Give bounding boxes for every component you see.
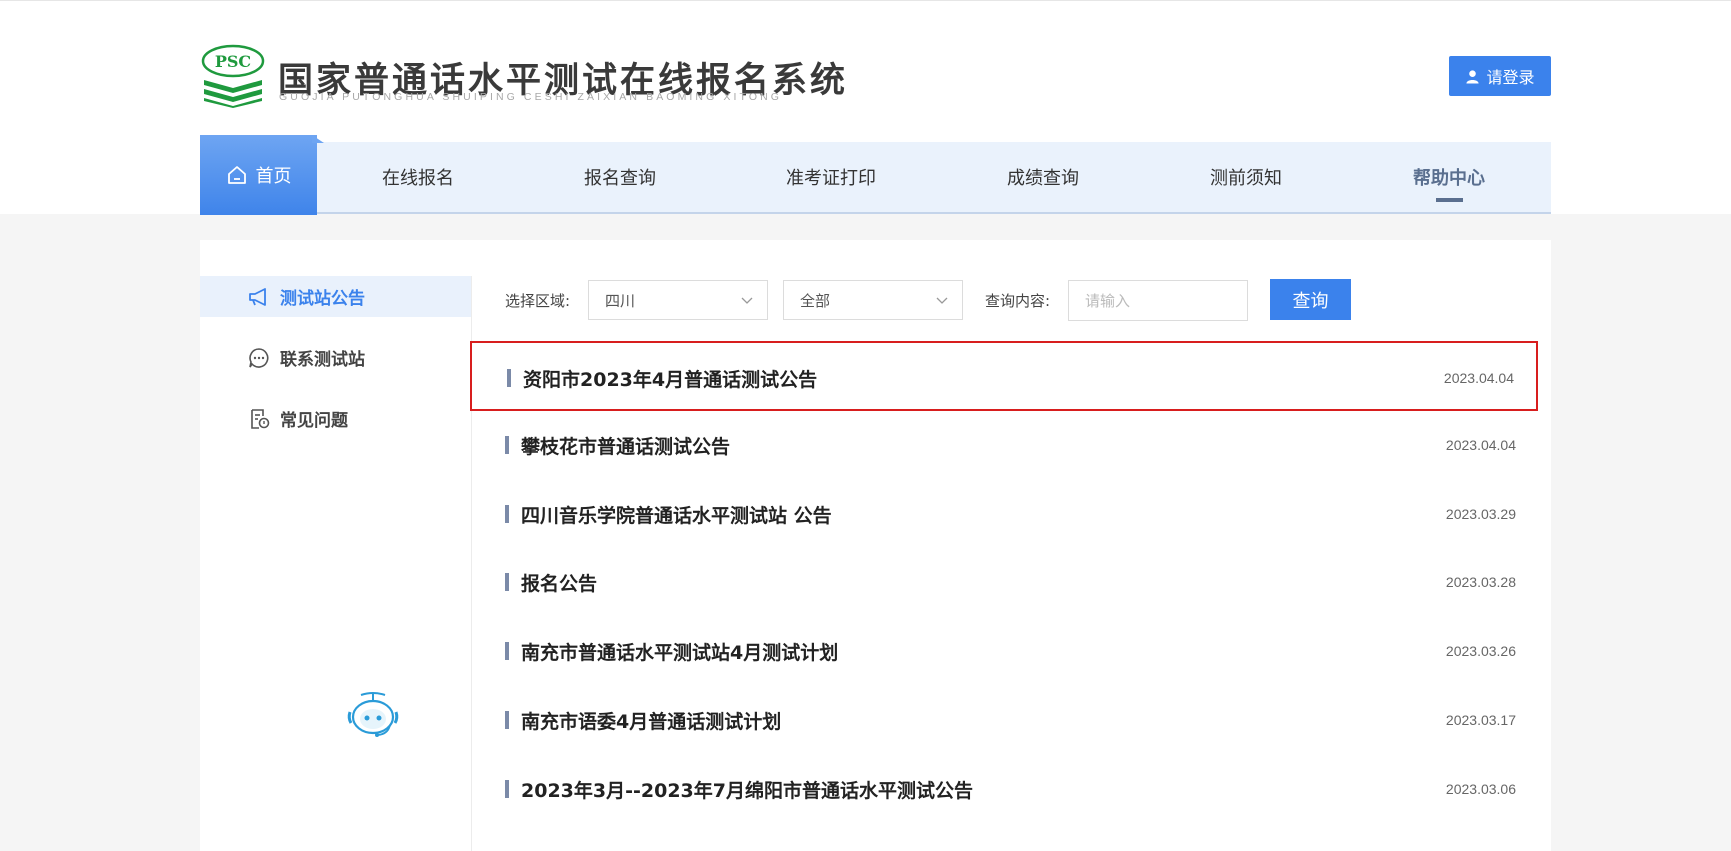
row-marker: [505, 642, 509, 660]
announcement-date: 2023.04.04: [1443, 370, 1514, 386]
announcement-title: 资阳市2023年4月普通话测试公告: [523, 369, 818, 391]
announcement-row[interactable]: 2023年3月--2023年7月绵阳市普通话水平测试公告 2023.03.06: [470, 754, 1538, 824]
announcement-row[interactable]: 报名公告 2023.03.28: [470, 547, 1538, 617]
user-icon: [1466, 69, 1480, 84]
sidebar-item-contact[interactable]: 联系测试站: [200, 337, 471, 378]
announcement-row[interactable]: 南充市语委4月普通话测试计划 2023.03.17: [470, 685, 1538, 755]
robot-assistant-icon[interactable]: [344, 690, 402, 740]
announcement-date: 2023.03.17: [1445, 712, 1516, 728]
query-button[interactable]: 查询: [1270, 279, 1351, 320]
announcement-row[interactable]: 四川音乐学院普通话水平测试站 公告 2023.03.29: [470, 479, 1538, 549]
announcement-date: 2023.04.04: [1445, 437, 1516, 453]
nav-home-label: 首页: [255, 166, 292, 187]
announcement-date: 2023.03.06: [1445, 781, 1516, 797]
nav-signup-query[interactable]: 报名查询: [584, 142, 656, 212]
site-subtitle: GUOJIA PUTONGHUA SHUIPING CESHI ZAIXIAN …: [279, 91, 783, 103]
psc-logo: PSC: [201, 44, 265, 108]
announcement-title: 报名公告: [521, 573, 598, 595]
announcement-date: 2023.03.26: [1445, 643, 1516, 659]
region-label: 选择区域:: [505, 292, 571, 310]
category-select[interactable]: 全部: [783, 280, 963, 320]
row-marker: [505, 711, 509, 729]
region-select[interactable]: 四川: [588, 280, 768, 320]
announcement-title: 攀枝花市普通话测试公告: [521, 436, 731, 458]
sidebar-item-label: 联系测试站: [280, 350, 365, 370]
nav-online-signup[interactable]: 在线报名: [382, 142, 454, 212]
category-select-value: 全部: [800, 291, 831, 310]
sidebar-item-announcements[interactable]: 测试站公告: [200, 276, 471, 317]
announcement-title: 南充市普通话水平测试站4月测试计划: [521, 642, 839, 664]
nav-ticket-print[interactable]: 准考证打印: [786, 142, 876, 212]
announcement-row[interactable]: 南充市普通话水平测试站4月测试计划 2023.03.26: [470, 616, 1538, 686]
nav-home-tab-decor: [312, 135, 324, 143]
announcement-date: 2023.03.28: [1445, 574, 1516, 590]
announcement-date: 2023.03.29: [1445, 506, 1516, 522]
row-marker: [505, 573, 509, 591]
logo-text: PSC: [215, 52, 251, 71]
row-marker: [505, 505, 509, 523]
home-icon: [227, 166, 246, 184]
sidebar-item-label: 测试站公告: [280, 289, 365, 309]
login-label: 请登录: [1486, 68, 1535, 87]
document-question-icon: [251, 408, 270, 429]
region-select-value: 四川: [605, 291, 636, 310]
login-button[interactable]: 请登录: [1449, 56, 1551, 96]
nav-score-query[interactable]: 成绩查询: [1007, 142, 1079, 212]
nav-pretest-notice[interactable]: 测前须知: [1210, 142, 1282, 212]
nav-home[interactable]: 首页: [200, 135, 317, 215]
chevron-down-icon: [936, 297, 948, 304]
announcement-title: 2023年3月--2023年7月绵阳市普通话水平测试公告: [521, 780, 973, 802]
megaphone-icon: [249, 287, 266, 306]
chevron-down-icon: [741, 297, 753, 304]
announcement-title: 南充市语委4月普通话测试计划: [521, 711, 782, 733]
row-marker: [505, 436, 509, 454]
announcement-row[interactable]: 攀枝花市普通话测试公告 2023.04.04: [470, 410, 1538, 480]
announcement-title: 四川音乐学院普通话水平测试站 公告: [521, 505, 832, 527]
query-input[interactable]: [1068, 280, 1248, 321]
sidebar-item-faq[interactable]: 常见问题: [200, 398, 471, 439]
chat-bubble-icon: [249, 347, 269, 368]
announcement-row[interactable]: 资阳市2023年4月普通话测试公告 2023.04.04: [470, 341, 1538, 411]
row-marker: [505, 780, 509, 798]
nav-active-indicator: [1436, 198, 1463, 202]
row-marker: [507, 369, 511, 387]
sidebar-item-label: 常见问题: [280, 411, 348, 431]
query-label: 查询内容:: [985, 292, 1051, 310]
